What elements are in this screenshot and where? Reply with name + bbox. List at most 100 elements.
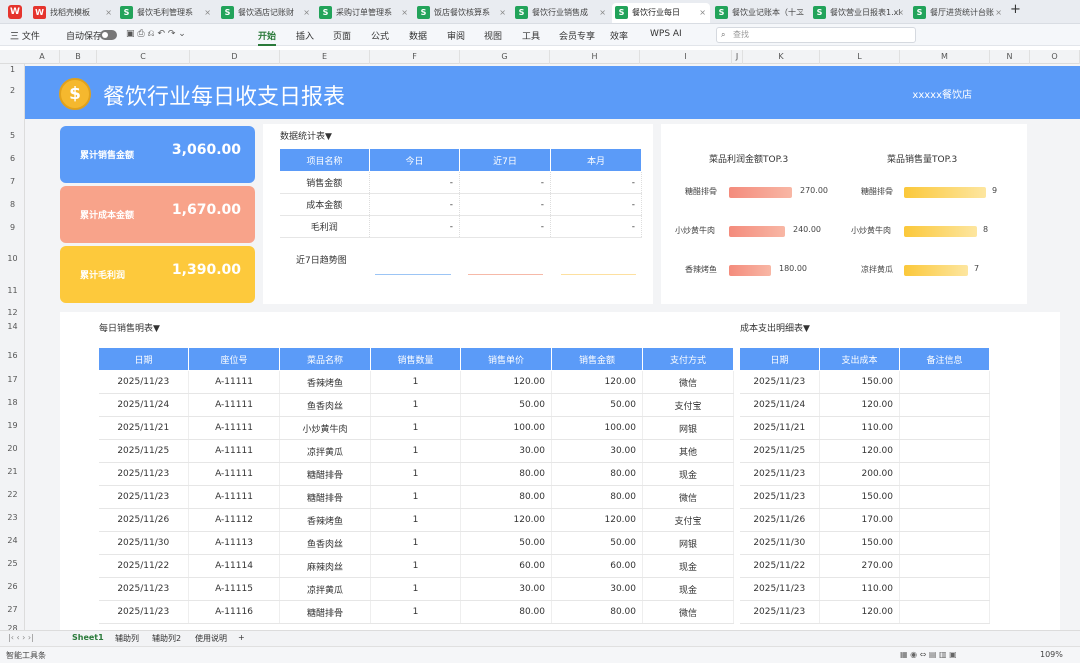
menu-8[interactable]: 会员专享 — [559, 29, 595, 42]
table-cell[interactable]: 2025/11/23 — [739, 370, 820, 394]
table-cell[interactable]: 50.00 — [551, 393, 643, 417]
table-cell[interactable]: 香辣烤鱼 — [279, 508, 371, 532]
table-cell[interactable]: 其他 — [642, 439, 734, 463]
document-tab[interactable]: S 餐饮营业日报表1.xl × — [810, 3, 908, 23]
table-cell[interactable]: A-11111 — [188, 370, 280, 394]
table-cell[interactable]: 毛利润 — [279, 215, 370, 238]
table-cell[interactable]: 1 — [370, 485, 461, 509]
view-mode-icons[interactable]: ▦ ◉ ⇔ ▤ ▥ ▣ — [900, 650, 957, 659]
table-cell[interactable]: 200.00 — [819, 462, 900, 486]
column-header[interactable]: J — [732, 50, 743, 64]
table-cell[interactable] — [899, 462, 990, 486]
table-cell[interactable] — [899, 531, 990, 555]
column-header[interactable]: O — [1030, 50, 1080, 64]
row-header[interactable]: 22 — [0, 490, 25, 499]
toolbar-quick-icons[interactable]: ▣ ⎙ ⎌ ↶ ↷ ⌄ — [126, 29, 186, 39]
column-header[interactable]: C — [97, 50, 190, 64]
table-cell[interactable]: 现金 — [642, 554, 734, 578]
table-cell[interactable]: 2025/11/23 — [739, 462, 820, 486]
table-cell[interactable]: 1 — [370, 439, 461, 463]
close-tab-icon[interactable]: × — [599, 3, 606, 23]
table-cell[interactable]: A-11112 — [188, 508, 280, 532]
column-header[interactable]: F — [370, 50, 460, 64]
table-cell[interactable]: 30.00 — [551, 577, 643, 601]
sheet-tab[interactable]: 辅助列 — [115, 633, 139, 644]
table-cell[interactable]: 2025/11/22 — [98, 554, 189, 578]
table-cell[interactable] — [899, 416, 990, 440]
new-tab-button[interactable]: + — [1010, 2, 1021, 17]
table-cell[interactable]: 糖醋排骨 — [279, 600, 371, 624]
menu-6[interactable]: 视图 — [484, 29, 502, 42]
table-cell[interactable]: 1 — [370, 508, 461, 532]
menu-0[interactable]: 开始 — [258, 29, 277, 46]
wps-logo-icon[interactable]: W — [8, 5, 22, 19]
zoom-level[interactable]: 109% — [1040, 650, 1063, 659]
table-cell[interactable]: 150.00 — [819, 531, 900, 555]
autosave-toggle[interactable] — [100, 30, 117, 40]
close-tab-icon[interactable]: × — [897, 3, 904, 23]
table-cell[interactable]: - — [369, 171, 460, 194]
table-cell[interactable]: 2025/11/30 — [98, 531, 189, 555]
table-cell[interactable]: 60.00 — [460, 554, 552, 578]
document-tab[interactable]: W 找稻壳模板 × — [30, 3, 116, 23]
table-cell[interactable]: 1 — [370, 462, 461, 486]
row-header[interactable]: 11 — [0, 286, 25, 295]
table-cell[interactable]: 2025/11/23 — [98, 577, 189, 601]
document-tab[interactable]: S 饭店餐饮核算系 × — [414, 3, 510, 23]
row-header[interactable]: 1 — [0, 65, 25, 74]
table-cell[interactable]: A-11111 — [188, 462, 280, 486]
document-tab[interactable]: S 餐饮行业销售成 × — [512, 3, 610, 23]
table-cell[interactable]: 微信 — [642, 600, 734, 624]
table-cell[interactable]: - — [369, 193, 460, 216]
sheet-tab[interactable]: 辅助列2 — [152, 633, 181, 644]
table-cell[interactable]: - — [459, 215, 551, 238]
menu-1[interactable]: 插入 — [296, 29, 314, 42]
table-cell[interactable]: 微信 — [642, 485, 734, 509]
table-cell[interactable]: 2025/11/24 — [98, 393, 189, 417]
table-cell[interactable] — [899, 508, 990, 532]
row-header[interactable]: 18 — [0, 398, 25, 407]
menu-7[interactable]: 工具 — [522, 29, 540, 42]
row-header[interactable]: 20 — [0, 444, 25, 453]
menu-3[interactable]: 公式 — [371, 29, 389, 42]
search-input[interactable]: 查找 — [716, 27, 916, 43]
close-tab-icon[interactable]: × — [204, 3, 211, 23]
column-header[interactable]: E — [280, 50, 370, 64]
row-header[interactable]: 25 — [0, 559, 25, 568]
sheet-nav-arrows[interactable]: |‹ ‹ › ›| — [8, 633, 34, 642]
table-cell[interactable]: A-11111 — [188, 416, 280, 440]
table-cell[interactable]: 270.00 — [819, 554, 900, 578]
table-cell[interactable] — [899, 485, 990, 509]
column-header[interactable]: L — [820, 50, 900, 64]
table-cell[interactable]: 支付宝 — [642, 508, 734, 532]
table-cell[interactable]: 30.00 — [460, 577, 552, 601]
table-cell[interactable]: 成本金额 — [279, 193, 370, 216]
menu-4[interactable]: 数据 — [409, 29, 427, 42]
table-cell[interactable]: 2025/11/21 — [98, 416, 189, 440]
column-header[interactable]: A — [25, 50, 60, 64]
close-tab-icon[interactable]: × — [699, 3, 706, 23]
table-cell[interactable]: 30.00 — [551, 439, 643, 463]
table-cell[interactable]: 微信 — [642, 370, 734, 394]
table-cell[interactable]: 2025/11/23 — [98, 600, 189, 624]
table-cell[interactable]: - — [459, 193, 551, 216]
cost-table-title[interactable]: 成本支出明细表▼ — [740, 321, 810, 334]
table-cell[interactable]: 50.00 — [551, 531, 643, 555]
table-cell[interactable]: - — [550, 215, 642, 238]
file-menu[interactable]: 三 文件 — [10, 29, 40, 42]
smart-toolbar-button[interactable]: 智能工具条 — [6, 650, 46, 661]
table-cell[interactable] — [899, 439, 990, 463]
table-cell[interactable]: 现金 — [642, 577, 734, 601]
table-cell[interactable]: 100.00 — [551, 416, 643, 440]
table-cell[interactable]: 2025/11/23 — [739, 600, 820, 624]
table-cell[interactable]: 120.00 — [551, 508, 643, 532]
table-cell[interactable]: 2025/11/23 — [98, 370, 189, 394]
table-cell[interactable]: 2025/11/23 — [98, 462, 189, 486]
table-cell[interactable] — [899, 370, 990, 394]
row-header[interactable]: 16 — [0, 351, 25, 360]
row-header[interactable]: 17 — [0, 375, 25, 384]
menu-5[interactable]: 审阅 — [447, 29, 465, 42]
document-tab[interactable]: S 采购订单管理系 × — [316, 3, 412, 23]
table-cell[interactable]: 支付宝 — [642, 393, 734, 417]
row-header[interactable]: 6 — [0, 154, 25, 163]
